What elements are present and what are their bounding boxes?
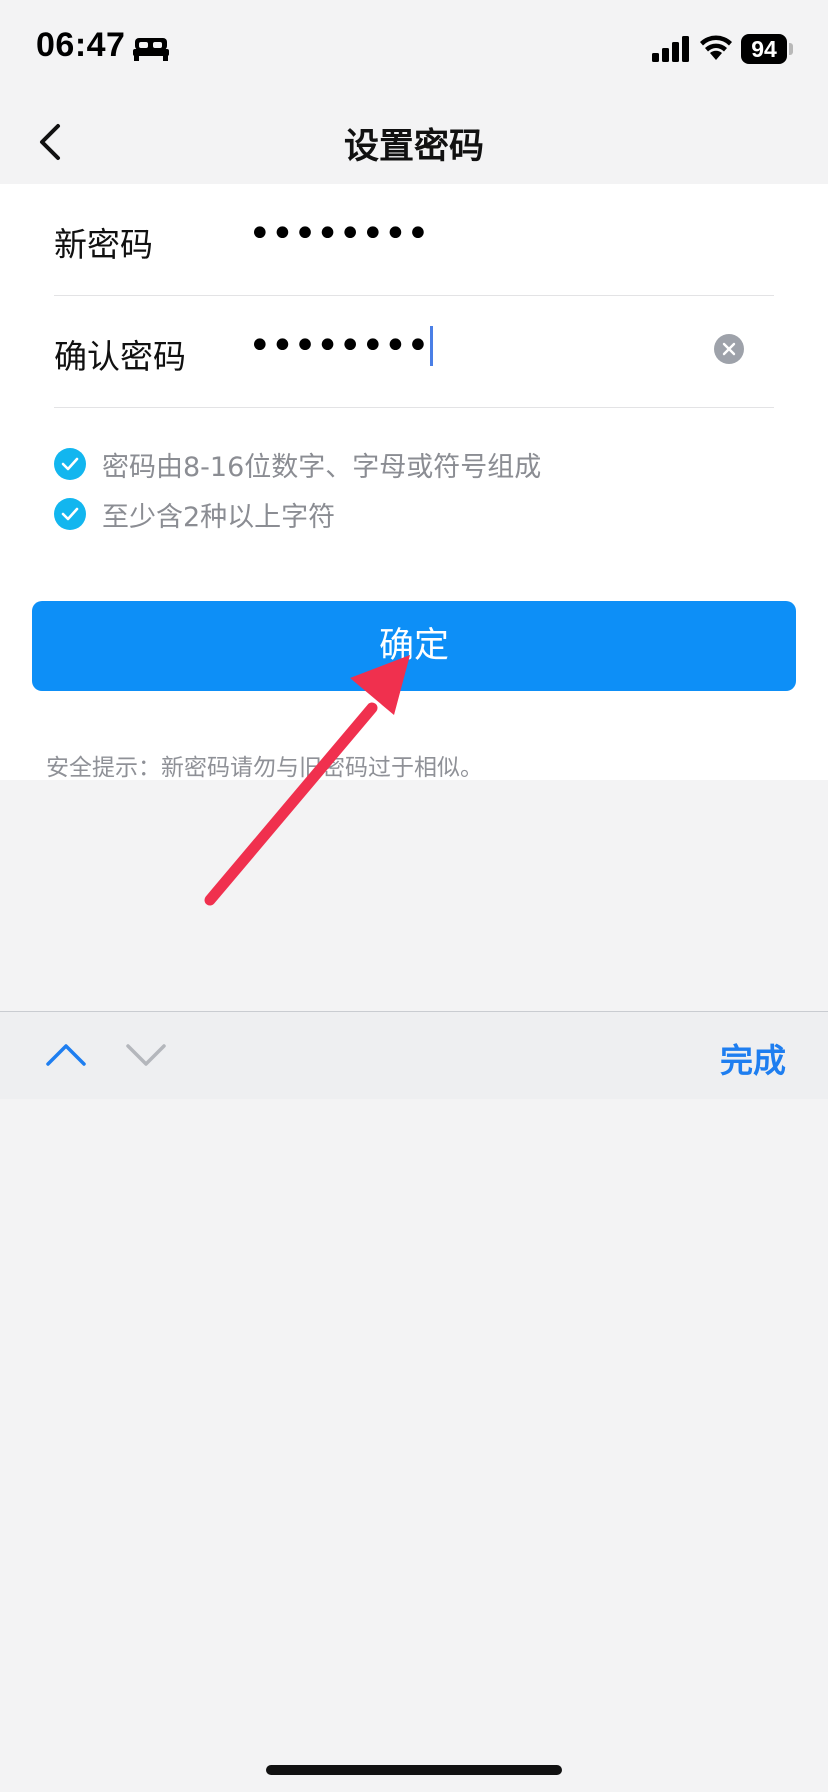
battery-indicator: 94	[741, 34, 787, 64]
close-icon	[722, 342, 736, 356]
confirm-password-row: 确认密码 ••••••••	[54, 296, 774, 408]
new-password-row: 新密码 ••••••••	[54, 184, 774, 296]
bed-icon	[133, 38, 169, 61]
page-title: 设置密码	[343, 127, 484, 167]
signal-icon	[652, 36, 689, 62]
check-circle-icon	[54, 498, 86, 530]
check-circle-icon	[54, 448, 86, 480]
password-rule-text: 至少含2种以上字符	[102, 501, 336, 533]
status-bar: 06:47 94	[0, 0, 828, 100]
nav-bar: 设置密码	[0, 100, 828, 184]
clear-input-button[interactable]	[714, 334, 744, 364]
new-password-value: ••••••••	[248, 211, 430, 257]
chevron-down-icon	[126, 1044, 166, 1066]
done-button[interactable]: 完成	[720, 1034, 786, 1082]
chevron-up-icon	[46, 1044, 86, 1066]
status-time: 06:47	[36, 26, 126, 64]
password-rule: 密码由8-16位数字、字母或符号组成	[54, 446, 542, 483]
new-password-input[interactable]: ••••••••	[248, 206, 430, 262]
home-indicator	[266, 1765, 562, 1775]
battery-tip	[789, 43, 793, 55]
confirm-password-value: ••••••••	[248, 323, 430, 369]
confirm-password-input[interactable]: ••••••••	[248, 318, 433, 374]
security-tip: 安全提示：新密码请勿与旧密码过于相似。	[46, 755, 483, 781]
password-rule-text: 密码由8-16位数字、字母或符号组成	[102, 451, 542, 483]
wifi-icon	[700, 35, 732, 60]
text-cursor	[429, 326, 433, 366]
password-rule: 至少含2种以上字符	[54, 496, 336, 533]
previous-field-button[interactable]	[44, 1036, 88, 1072]
keyboard-toolbar: 完成	[0, 1011, 828, 1099]
confirm-button[interactable]: 确定	[32, 601, 796, 691]
next-field-button[interactable]	[124, 1036, 168, 1072]
new-password-label: 新密码	[54, 225, 153, 264]
confirm-password-label: 确认密码	[54, 337, 186, 376]
